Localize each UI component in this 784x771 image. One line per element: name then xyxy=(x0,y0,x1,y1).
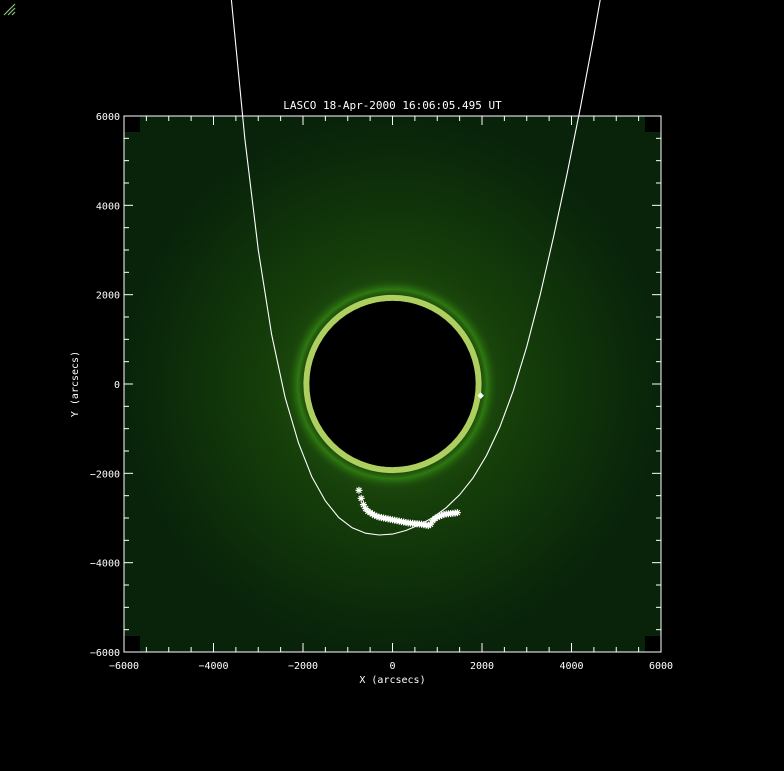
chart-title: LASCO 18-Apr-2000 16:06:05.495 UT xyxy=(283,99,502,112)
y-tick-label: 0 xyxy=(114,380,120,391)
x-tick-labels: −6000 −4000 −2000 0 2000 4000 6000 xyxy=(109,661,673,672)
corner-notch xyxy=(645,636,661,652)
corner-notch xyxy=(645,116,661,132)
x-tick-label: 4000 xyxy=(559,661,583,672)
corner-notch xyxy=(124,636,140,652)
y-tick-labels: −6000 −4000 −2000 0 2000 4000 6000 xyxy=(90,112,120,659)
y-tick-label: −4000 xyxy=(90,559,120,570)
x-tick-label: 6000 xyxy=(649,661,673,672)
occulter-disk xyxy=(309,300,476,468)
y-tick-label: 6000 xyxy=(96,112,120,123)
y-axis-label: Y (arcsecs) xyxy=(70,351,81,417)
resize-grip-icon[interactable] xyxy=(0,0,16,16)
x-axis-label: X (arcsecs) xyxy=(359,675,425,686)
x-tick-label: −6000 xyxy=(109,661,139,672)
corner-notch xyxy=(124,116,140,132)
x-tick-label: 0 xyxy=(389,661,395,672)
x-tick-label: 2000 xyxy=(470,661,494,672)
plot-canvas: LASCO 18-Apr-2000 16:06:05.495 UT −6000−… xyxy=(70,0,673,686)
x-tick-label: −4000 xyxy=(198,661,228,672)
y-tick-label: −2000 xyxy=(90,469,120,480)
x-tick-label: −2000 xyxy=(288,661,318,672)
y-tick-label: 4000 xyxy=(96,201,120,212)
y-tick-label: 2000 xyxy=(96,291,120,302)
y-tick-label: −6000 xyxy=(90,648,120,659)
